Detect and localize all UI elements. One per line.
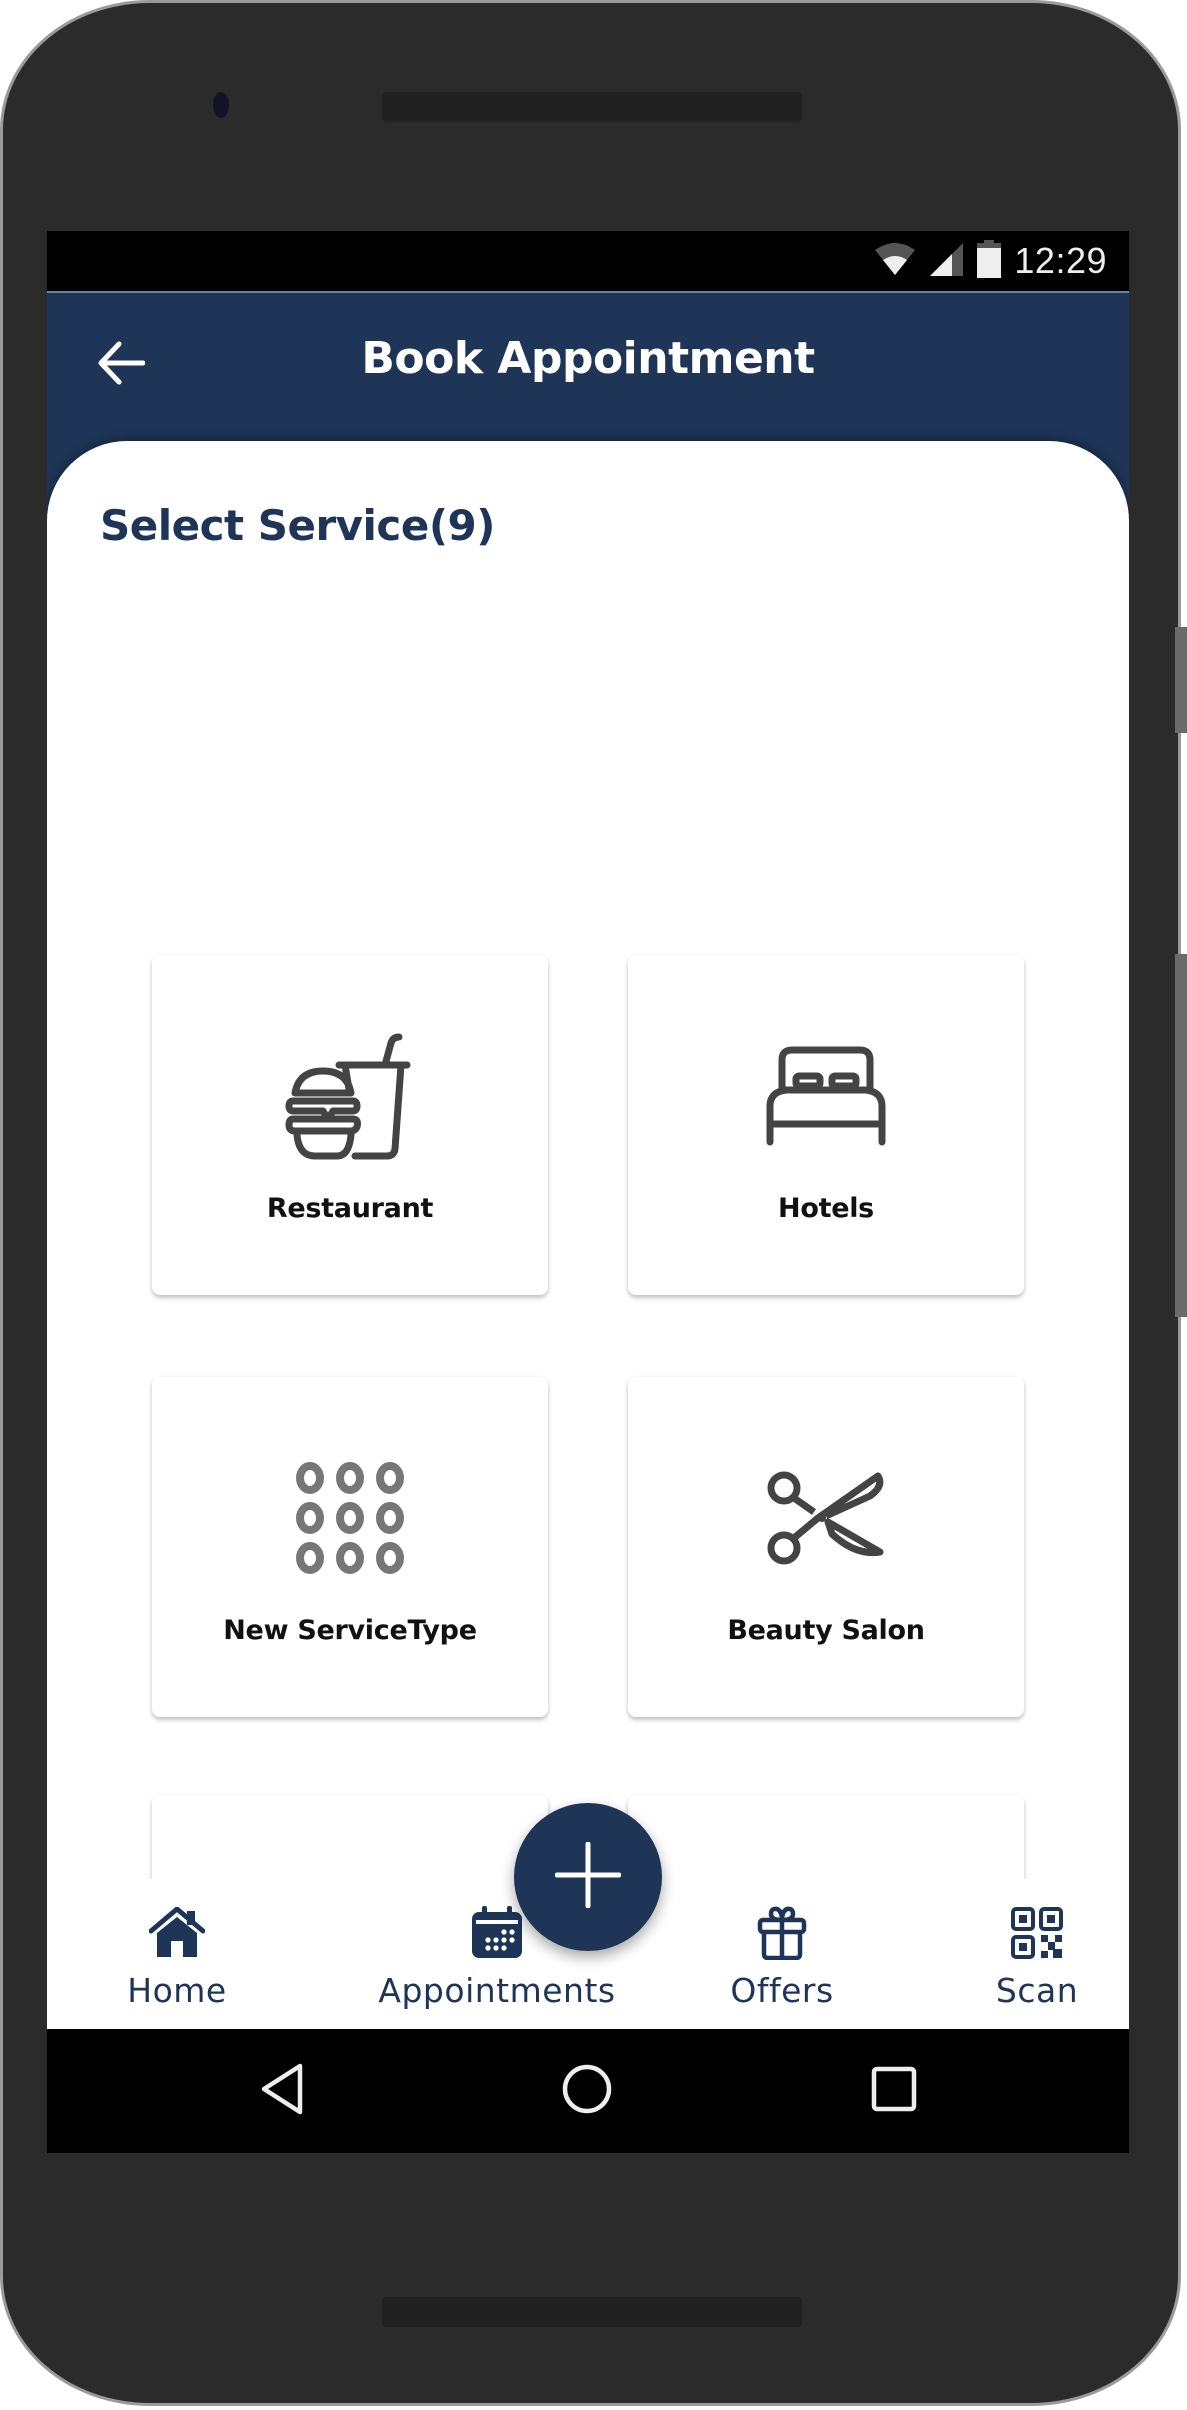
front-camera	[213, 92, 229, 118]
nav-item-offers[interactable]: Offers	[687, 1879, 877, 2029]
recents-square-icon	[871, 2066, 917, 2117]
app-screen: 12:29 Book Appointment Select Service(9)	[47, 231, 1129, 2153]
bed-icon	[766, 1046, 886, 1151]
cellular-signal-icon	[928, 241, 964, 282]
page-title: Book Appointment	[361, 333, 815, 384]
bottom-speaker	[382, 2297, 802, 2327]
service-label: New ServiceType	[223, 1615, 477, 1646]
status-time: 12:29	[1014, 240, 1107, 281]
home-icon	[149, 1905, 205, 1961]
power-button	[1175, 954, 1187, 1317]
service-label: Beauty Salon	[727, 1615, 925, 1646]
system-back-button[interactable]	[252, 2061, 312, 2121]
nav-item-home[interactable]: Home	[87, 1879, 267, 2029]
service-label: Hotels	[778, 1193, 874, 1224]
nav-label: Scan	[995, 1971, 1079, 2010]
calendar-icon	[470, 1905, 524, 1961]
volume-button	[1175, 627, 1187, 733]
gift-icon	[757, 1905, 807, 1961]
nav-label: Home	[127, 1971, 227, 2010]
service-card-beauty-salon[interactable]: Beauty Salon	[628, 1377, 1024, 1717]
nav-label: Appointments	[378, 1971, 616, 2010]
content-sheet	[47, 441, 1129, 691]
plus-icon	[554, 1841, 622, 1913]
system-home-button[interactable]	[557, 2061, 617, 2121]
battery-icon	[976, 239, 1002, 283]
home-circle-icon	[561, 2063, 613, 2120]
add-appointment-fab[interactable]	[514, 1803, 662, 1951]
earpiece-speaker	[382, 92, 802, 122]
nav-item-scan[interactable]: Scan	[947, 1879, 1127, 2029]
service-card-restaurant[interactable]: Restaurant	[152, 955, 548, 1295]
service-card-hotels[interactable]: Hotels	[628, 955, 1024, 1295]
system-recents-button[interactable]	[864, 2061, 924, 2121]
burger-drink-icon	[285, 1031, 415, 1166]
scissors-icon	[766, 1468, 886, 1573]
status-bar: 12:29	[47, 231, 1129, 293]
service-label: Restaurant	[266, 1193, 434, 1224]
qr-code-icon	[1011, 1905, 1063, 1961]
dot-grid-icon	[294, 1461, 406, 1579]
system-navigation-bar	[47, 2029, 1129, 2153]
nav-label: Offers	[730, 1971, 834, 2010]
section-title: Select Service(9)	[100, 501, 495, 550]
service-card-new-servicetype[interactable]: New ServiceType	[152, 1377, 548, 1717]
app-bar: Book Appointment	[47, 293, 1129, 441]
wifi-icon	[874, 242, 916, 281]
back-triangle-icon	[260, 2063, 304, 2120]
